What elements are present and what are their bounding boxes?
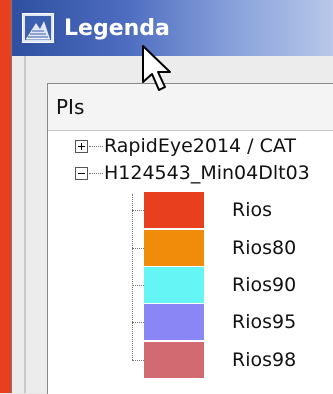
tree-connector <box>132 360 144 361</box>
expand-icon[interactable] <box>75 140 88 153</box>
legend-swatch-rios80 <box>144 230 204 266</box>
tree-connector <box>132 285 144 286</box>
panel-header[interactable]: PIs <box>48 84 333 131</box>
tree-node-rapideye[interactable]: RapidEye2014 / CAT <box>104 134 296 158</box>
app-icon <box>22 13 54 43</box>
mouse-cursor-icon <box>142 45 171 91</box>
tree-connector <box>89 173 103 174</box>
legend-label-rios90[interactable]: Rios90 <box>232 267 296 303</box>
tree-connector <box>89 146 103 147</box>
legend-swatch-rios90 <box>144 267 204 303</box>
legend-label-rios95[interactable]: Rios95 <box>232 304 296 340</box>
tree-node-h124543[interactable]: H124543_Min04Dlt03 <box>104 161 310 185</box>
tree-connector <box>132 248 144 249</box>
tree-connector <box>132 322 144 323</box>
legend-swatch-rios95 <box>144 304 204 340</box>
tree-connector <box>132 194 133 360</box>
background-app-strip <box>0 0 11 393</box>
layer-panel[interactable]: PIs RapidEye2014 / CAT H124543_Min04Dlt0… <box>47 83 333 394</box>
legend-label-rios80[interactable]: Rios80 <box>232 230 296 266</box>
panel-header-label: PIs <box>56 95 85 119</box>
legend-label-rios98[interactable]: Rios98 <box>232 342 296 378</box>
tree-connector <box>132 210 144 211</box>
collapse-icon[interactable] <box>75 167 88 180</box>
legend-label-rios[interactable]: Rios <box>232 192 272 228</box>
legend-swatch-rios <box>144 192 204 228</box>
window-title: Legenda <box>64 16 170 41</box>
window-frame-divider <box>24 56 26 393</box>
legend-swatch-rios98 <box>144 342 204 378</box>
